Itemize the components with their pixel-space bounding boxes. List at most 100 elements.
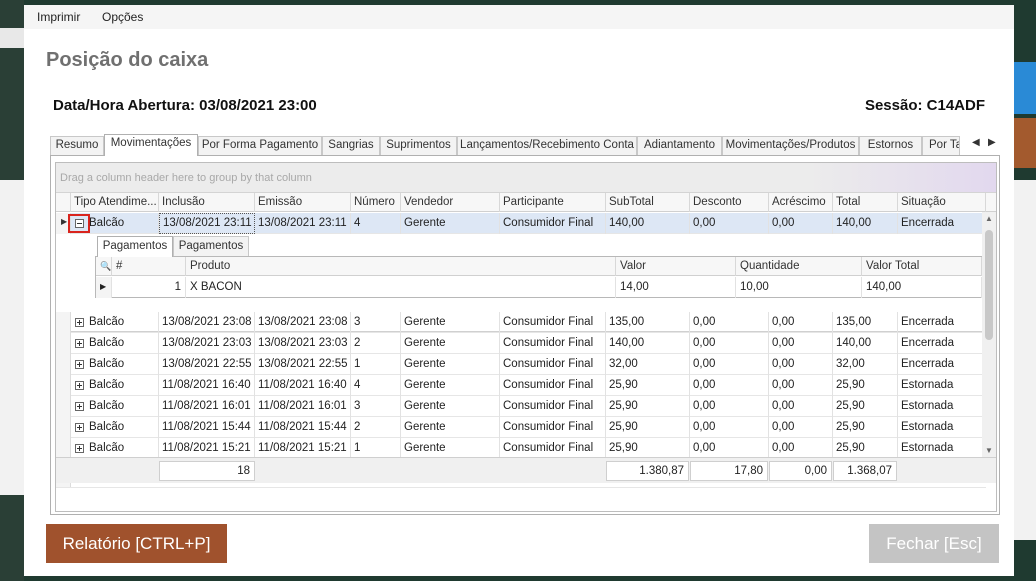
footer-total: 1.368,07 <box>833 461 897 481</box>
cell-desconto: 0,00 <box>690 438 769 459</box>
tab-movimentacoes[interactable]: Movimentações <box>104 134 198 156</box>
scrollbar-thumb[interactable] <box>985 230 993 340</box>
cell-situacao: Estornada <box>898 438 986 459</box>
detail-header-quantidade[interactable]: Quantidade <box>736 257 862 276</box>
table-row[interactable]: Balcão 11/08/2021 15:44 11/08/2021 15:44 2 G… <box>56 417 986 438</box>
background-app-blue-button <box>1014 62 1036 114</box>
menu-item-options[interactable]: Opções <box>102 10 143 24</box>
tab-adiantamento[interactable]: Adiantamento <box>637 136 722 155</box>
plus-square-icon[interactable] <box>75 339 84 348</box>
cell-desconto: 0,00 <box>690 417 769 438</box>
cell-desconto: 0,00 <box>690 396 769 417</box>
cell-desconto: 0,00 <box>690 333 769 354</box>
cell-participante: Consumidor Final <box>500 375 606 396</box>
detail-tab-pagamentos[interactable]: Pagamentos <box>173 236 249 256</box>
footer-acrescimo: 0,00 <box>769 461 832 481</box>
plus-square-icon[interactable] <box>75 444 84 453</box>
header-participante[interactable]: Participante <box>500 193 606 212</box>
report-button[interactable]: Relatório [CTRL+P] <box>46 524 227 563</box>
table-row[interactable]: ▶ Balcão 13/08/2021 23:11 13/08/2021 23:… <box>56 213 986 234</box>
cell-emissao: 11/08/2021 16:01 <box>255 396 351 417</box>
cell-situacao: Estornada <box>898 375 986 396</box>
cell-tipo: Balcão <box>86 438 159 459</box>
scroll-down-icon[interactable]: ▼ <box>985 446 993 455</box>
plus-square-icon[interactable] <box>75 360 84 369</box>
tab-estornos[interactable]: Estornos <box>859 136 922 155</box>
detail-header-index[interactable]: # <box>112 257 186 276</box>
header-inclusao[interactable]: Inclusão <box>159 193 255 212</box>
header-acrescimo[interactable]: Acréscimo <box>769 193 833 212</box>
cell-vendedor: Gerente <box>401 333 500 354</box>
opening-datetime: Data/Hora Abertura: 03/08/2021 23:00 <box>53 97 317 114</box>
tab-suprimentos[interactable]: Suprimentos <box>380 136 457 155</box>
table-row[interactable]: Balcão 11/08/2021 16:01 11/08/2021 16:01 3 G… <box>56 396 986 417</box>
row-indicator <box>56 312 71 333</box>
header-total[interactable]: Total <box>833 193 898 212</box>
cell-subtotal: 25,90 <box>606 417 690 438</box>
close-button[interactable]: Fechar [Esc] <box>869 524 999 563</box>
detail-header-valor-total[interactable]: Valor Total <box>862 257 982 276</box>
header-indicator <box>56 193 71 212</box>
detail-tab-pagamentos-active[interactable]: Pagamentos <box>97 236 173 257</box>
table-row[interactable]: Balcão 11/08/2021 15:21 11/08/2021 15:21 1 G… <box>56 438 986 459</box>
tab-lancamentos-recebimento[interactable]: Lançamentos/Recebimento Conta <box>457 136 637 155</box>
cell-emissao: 11/08/2021 16:40 <box>255 375 351 396</box>
background-app-panel-left <box>0 180 24 495</box>
cell-numero: 2 <box>351 333 401 354</box>
page-title: Posição do caixa <box>46 49 209 71</box>
cell-participante: Consumidor Final <box>500 417 606 438</box>
cell-inclusao: 13/08/2021 22:55 <box>159 354 255 375</box>
triangle-right-icon: ▶ <box>96 277 112 298</box>
cell-situacao: Estornada <box>898 396 986 417</box>
cell-subtotal: 25,90 <box>606 375 690 396</box>
header-emissao[interactable]: Emissão <box>255 193 351 212</box>
tab-movimentacoes-produtos[interactable]: Movimentações/Produtos <box>722 136 859 155</box>
header-tipo-atendimento[interactable]: Tipo Atendime... <box>71 193 159 212</box>
grid-vertical-scrollbar[interactable]: ▲ ▼ <box>982 212 996 457</box>
cell-numero: 1 <box>351 354 401 375</box>
group-by-panel[interactable]: Drag a column header here to group by th… <box>56 163 996 193</box>
group-by-hint: Drag a column header here to group by th… <box>60 172 312 184</box>
magnifier-icon[interactable]: 🔍 <box>96 257 112 276</box>
scroll-up-icon[interactable]: ▲ <box>985 214 993 223</box>
tab-scroll-left-icon[interactable]: ◀ <box>972 137 980 148</box>
header-desconto[interactable]: Desconto <box>690 193 769 212</box>
tab-por-forma-pagamento[interactable]: Por Forma Pagamento <box>198 136 322 155</box>
tab-sangrias[interactable]: Sangrias <box>322 136 380 155</box>
plus-square-icon[interactable] <box>75 423 84 432</box>
tab-strip: Resumo Movimentações Por Forma Pagamento… <box>50 134 998 156</box>
detail-header-row: 🔍 # Produto Valor Quantidade Valor Total <box>96 257 982 276</box>
cell-total: 25,90 <box>833 438 898 459</box>
cell-subtotal: 140,00 <box>606 333 690 354</box>
table-row[interactable]: Balcão 13/08/2021 23:08 13/08/2021 23:08 3 G… <box>56 312 986 333</box>
plus-square-icon[interactable] <box>75 402 84 411</box>
cell-subtotal: 32,00 <box>606 354 690 375</box>
detail-row[interactable]: ▶ 1 X BACON 14,00 10,00 140,00 <box>96 277 982 298</box>
plus-square-icon[interactable] <box>75 318 84 327</box>
table-row[interactable]: Balcão 11/08/2021 16:40 11/08/2021 16:40 4 G… <box>56 375 986 396</box>
background-app-brown-button <box>1014 118 1036 168</box>
detail-grid: 🔍 # Produto Valor Quantidade Valor Total… <box>95 256 983 298</box>
cell-total: 25,90 <box>833 396 898 417</box>
menu-item-print[interactable]: Imprimir <box>37 10 80 24</box>
header-subtotal[interactable]: SubTotal <box>606 193 690 212</box>
cell-total: 140,00 <box>833 333 898 354</box>
detail-cell-produto: X BACON <box>186 277 616 298</box>
cell-situacao: Estornada <box>898 417 986 438</box>
tab-por-ta[interactable]: Por Ta <box>922 136 960 155</box>
tab-resumo[interactable]: Resumo <box>50 136 104 155</box>
table-row[interactable]: Balcão 13/08/2021 23:03 13/08/2021 23:03 2 G… <box>56 333 986 354</box>
table-row[interactable]: Balcão 13/08/2021 22:55 13/08/2021 22:55 1 G… <box>56 354 986 375</box>
cell-numero: 1 <box>351 438 401 459</box>
plus-square-icon[interactable] <box>75 381 84 390</box>
tab-scroll-right-icon[interactable]: ▶ <box>988 137 996 148</box>
header-situacao[interactable]: Situação <box>898 193 986 212</box>
grid-header-row: Tipo Atendime... Inclusão Emissão Número… <box>56 193 996 212</box>
header-vendedor[interactable]: Vendedor <box>401 193 500 212</box>
cell-participante: Consumidor Final <box>500 333 606 354</box>
detail-header-valor[interactable]: Valor <box>616 257 736 276</box>
cell-subtotal: 140,00 <box>606 213 690 234</box>
detail-header-produto[interactable]: Produto <box>186 257 616 276</box>
header-numero[interactable]: Número <box>351 193 401 212</box>
cell-inclusao[interactable]: 13/08/2021 23:11 <box>159 213 255 234</box>
